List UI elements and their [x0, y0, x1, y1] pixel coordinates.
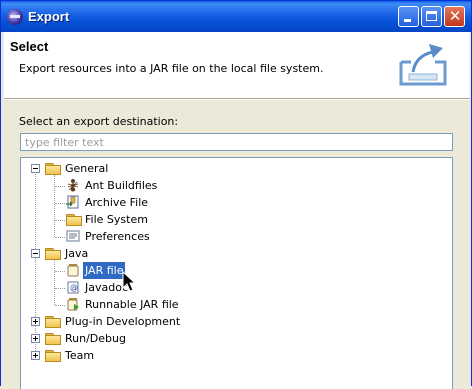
archive-icon — [66, 195, 79, 209]
minimize-button[interactable] — [398, 6, 419, 27]
collapse-icon[interactable] — [31, 164, 40, 173]
tree-node-run-debug[interactable]: Run/Debug — [21, 330, 451, 347]
page-description: Export resources into a JAR file on the … — [19, 62, 324, 75]
tree-node-general[interactable]: General — [21, 160, 451, 177]
folder-icon — [66, 213, 82, 226]
tree-node-team[interactable]: Team — [21, 347, 451, 364]
folder-icon — [45, 162, 61, 175]
eclipse-app-icon — [7, 9, 23, 25]
tree-node-archive-file[interactable]: Archive File — [21, 194, 451, 211]
wizard-header: Select Export resources into a JAR file … — [4, 32, 470, 98]
tree-node-runnable-jar-file[interactable]: Runnable JAR file — [21, 296, 451, 313]
tree-node-java[interactable]: Java — [21, 245, 451, 262]
javadoc-icon: @ — [67, 281, 79, 294]
export-dialog: Export ✕ Select Export resources into a … — [0, 0, 472, 389]
folder-icon — [45, 349, 61, 362]
mouse-cursor-icon — [122, 271, 136, 292]
folder-icon — [45, 332, 61, 345]
destination-tree[interactable]: General Ant Buildfiles Archive File File… — [20, 157, 453, 389]
collapse-icon[interactable] — [31, 249, 40, 258]
filter-input[interactable] — [20, 133, 453, 151]
export-banner-icon — [399, 44, 447, 86]
tree-node-label: File System — [85, 213, 148, 226]
tree-node-label: Run/Debug — [65, 332, 126, 345]
tree-node-label: Ant Buildfiles — [85, 179, 158, 192]
tree-node-label: Plug-in Development — [65, 315, 181, 328]
tree-node-javadoc[interactable]: @ Javadoc — [21, 279, 451, 296]
tree-node-label: JAR file — [83, 262, 126, 279]
title-bar[interactable]: Export ✕ — [1, 1, 471, 32]
tree-node-preferences[interactable]: Preferences — [21, 228, 451, 245]
window-title: Export — [28, 9, 70, 24]
close-icon: ✕ — [448, 7, 462, 25]
page-title: Select — [10, 39, 49, 54]
ant-icon — [67, 179, 79, 192]
preferences-icon — [66, 230, 80, 242]
folder-icon — [45, 315, 61, 328]
tree-node-ant-buildfiles[interactable]: Ant Buildfiles — [21, 177, 451, 194]
tree-node-file-system[interactable]: File System — [21, 211, 451, 228]
svg-text:@: @ — [70, 283, 78, 292]
destination-label: Select an export destination: — [19, 115, 179, 128]
minimize-icon — [404, 19, 411, 22]
tree-node-label: Archive File — [85, 196, 149, 209]
maximize-button[interactable] — [421, 6, 442, 27]
runnable-jar-icon — [67, 298, 79, 311]
header-separator — [4, 98, 470, 100]
tree-node-label: General — [65, 162, 109, 175]
jar-icon — [67, 264, 79, 277]
expand-icon[interactable] — [31, 317, 40, 326]
expand-icon[interactable] — [31, 351, 40, 360]
folder-icon — [45, 247, 61, 260]
tree-node-label: Runnable JAR file — [85, 298, 179, 311]
close-button[interactable]: ✕ — [444, 6, 465, 27]
tree-node-jar-file[interactable]: JAR file — [21, 262, 451, 279]
tree-node-label: Java — [65, 247, 89, 260]
maximize-icon — [426, 11, 437, 21]
tree-node-label: Team — [65, 349, 95, 362]
tree-node-label: Preferences — [85, 230, 150, 243]
expand-icon[interactable] — [31, 334, 40, 343]
tree-node-plugin-development[interactable]: Plug-in Development — [21, 313, 451, 330]
